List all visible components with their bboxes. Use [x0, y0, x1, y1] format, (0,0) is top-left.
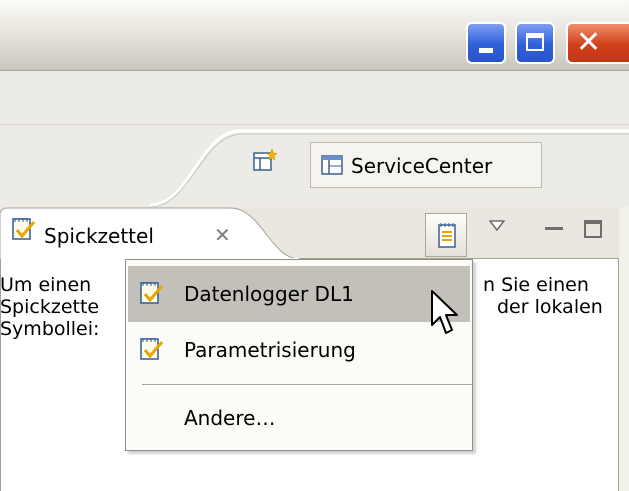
perspective-label: ServiceCenter: [351, 154, 493, 178]
menu-item-label: Andere…: [184, 406, 276, 430]
maximize-button[interactable]: [515, 22, 555, 64]
chevron-down-icon[interactable]: [489, 220, 505, 232]
tab-close-icon[interactable]: ✕: [214, 223, 231, 247]
open-perspective-icon[interactable]: [253, 149, 277, 173]
cheatsheet-icon: [12, 218, 36, 240]
content-line: Symbollei:: [0, 318, 100, 340]
minimize-button[interactable]: [466, 22, 506, 64]
cheatsheet-icon: [140, 282, 164, 304]
maximize-view-icon[interactable]: [584, 220, 602, 238]
close-button[interactable]: ✕: [566, 22, 629, 64]
cheatsheet-icon: [140, 338, 164, 360]
minimize-icon: [479, 48, 493, 53]
menu-separator: [142, 384, 472, 385]
mouse-cursor-icon: [431, 290, 458, 334]
menu-item-label: Parametrisierung: [184, 338, 356, 362]
view-menu-icon: [438, 223, 456, 248]
content-line: n Sie einen: [483, 274, 589, 296]
perspective-icon: [321, 155, 343, 175]
content-line: der lokalen: [497, 296, 603, 318]
close-icon: ✕: [576, 25, 602, 60]
cheatsheet-dropdown-menu: Datenlogger DL1 Parametrisierung Andere…: [125, 259, 473, 451]
menu-item-label: Datenlogger DL1: [184, 282, 354, 306]
perspective-servicecenter-button[interactable]: ServiceCenter: [310, 142, 542, 188]
menu-item-andere[interactable]: Andere…: [128, 390, 470, 446]
tab-label: Spickzettel: [44, 224, 154, 248]
content-line: Um einen: [0, 274, 92, 296]
menu-item-datenlogger[interactable]: Datenlogger DL1: [128, 266, 470, 322]
content-line: Spickzette: [0, 296, 100, 318]
menu-bar: [0, 71, 629, 125]
menu-item-parametrisierung[interactable]: Parametrisierung: [128, 322, 470, 378]
minimize-view-icon[interactable]: [545, 227, 563, 230]
maximize-icon: [526, 33, 544, 51]
view-menu-button[interactable]: [425, 213, 467, 257]
